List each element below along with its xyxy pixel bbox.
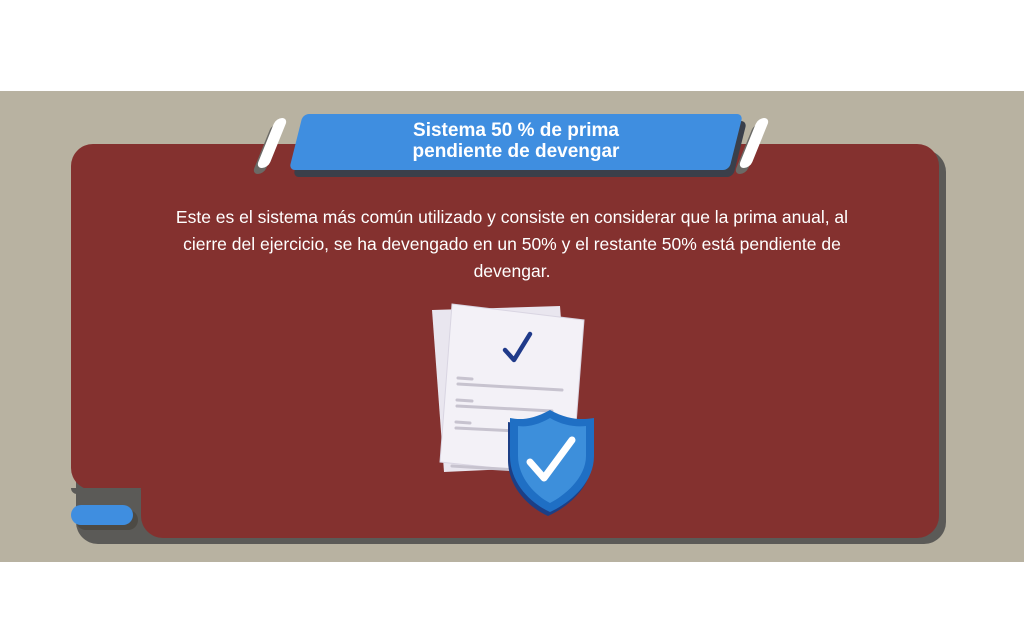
card-notch-shadow [71,488,141,494]
document-with-shield-check-icon [432,303,594,516]
banner-title: Sistema 50 % de prima pendiente de deven… [412,120,620,162]
shield-check-icon [508,410,594,516]
decorative-pill [71,505,133,525]
description-text: Este es el sistema más común utilizado y… [175,207,849,281]
